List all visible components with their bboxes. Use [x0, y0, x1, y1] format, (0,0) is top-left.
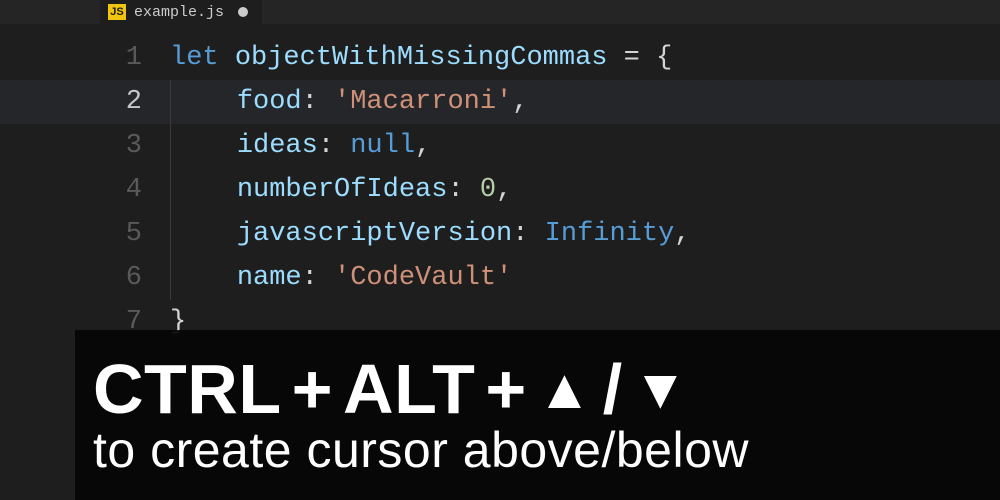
- tab-filename: example.js: [134, 4, 224, 21]
- tab-strip: JS example.js: [0, 0, 1000, 24]
- line-number: 4: [0, 168, 170, 212]
- code-line: 3 ideas: null,: [0, 124, 1000, 168]
- shortcut-description: to create cursor above/below: [93, 424, 1000, 477]
- line-number: 2: [0, 80, 170, 124]
- line-number: 6: [0, 256, 170, 300]
- code-content: food: 'Macarroni',: [170, 80, 1000, 124]
- code-line: 2 food: 'Macarroni',: [0, 80, 1000, 124]
- js-file-icon: JS: [108, 4, 126, 20]
- code-content: let objectWithMissingCommas = {: [170, 36, 1000, 80]
- shortcut-caption-overlay: CTRL + ALT + ▲ / ▼ to create cursor abov…: [75, 330, 1000, 500]
- code-content: name: 'CodeVault': [170, 256, 1000, 300]
- shortcut-keys: CTRL + ALT + ▲ / ▼: [93, 354, 1000, 424]
- arrow-down-icon: ▼: [633, 361, 689, 417]
- code-content: ideas: null,: [170, 124, 1000, 168]
- code-line: 6 name: 'CodeVault': [0, 256, 1000, 300]
- line-number: 1: [0, 36, 170, 80]
- unsaved-indicator-icon: [238, 7, 248, 17]
- line-number: 3: [0, 124, 170, 168]
- code-line: 4 numberOfIdeas: 0,: [0, 168, 1000, 212]
- code-content: javascriptVersion: Infinity,: [170, 212, 1000, 256]
- line-number: 5: [0, 212, 170, 256]
- code-line: 1 let objectWithMissingCommas = {: [0, 36, 1000, 80]
- tab-example-js[interactable]: JS example.js: [100, 0, 262, 24]
- code-content: numberOfIdeas: 0,: [170, 168, 1000, 212]
- editor-window: JS example.js 1 let objectWithMissingCom…: [0, 0, 1000, 500]
- code-line: 5 javascriptVersion: Infinity,: [0, 212, 1000, 256]
- arrow-up-icon: ▲: [537, 361, 593, 417]
